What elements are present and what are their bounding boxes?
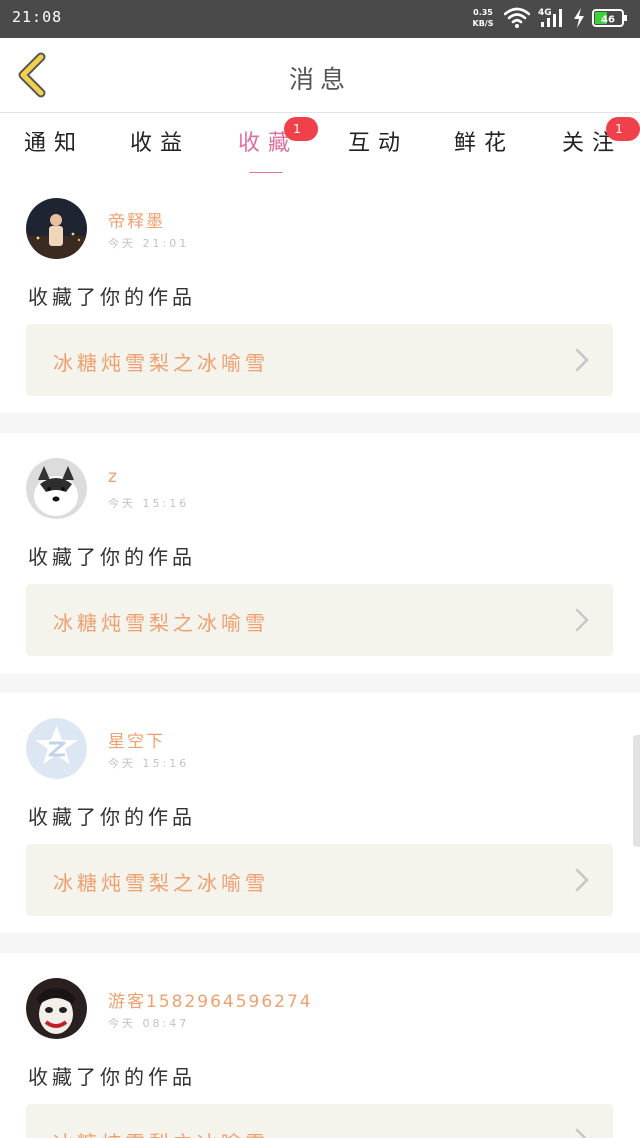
chevron-right-icon	[575, 608, 589, 632]
divider	[0, 933, 640, 953]
wifi-icon	[504, 7, 530, 28]
message-item: 帝释墨 今天 21:01 收藏了你的作品 冰糖炖雪梨之冰喻雪	[0, 173, 640, 413]
username[interactable]: 帝释墨	[108, 207, 165, 232]
username[interactable]: 星空下	[108, 727, 165, 752]
tab-badge: 1	[606, 117, 640, 141]
timestamp: 今天 15:16	[108, 757, 190, 770]
status-time: 21:08	[12, 8, 63, 26]
work-link[interactable]: 冰糖炖雪梨之冰喻雪	[26, 1104, 613, 1138]
work-link[interactable]: 冰糖炖雪梨之冰喻雪	[26, 844, 613, 916]
signal-icon: 4G	[538, 8, 562, 27]
action-text: 收藏了你的作品	[28, 285, 196, 309]
tab-label: 通知	[23, 131, 84, 156]
message-item: 游客1582964596274 今天 08:47 收藏了你的作品 冰糖炖雪梨之冰…	[0, 953, 640, 1138]
message-item: z 今天 15:16 收藏了你的作品 冰糖炖雪梨之冰喻雪	[0, 433, 640, 673]
work-link[interactable]: 冰糖炖雪梨之冰喻雪	[26, 324, 613, 396]
divider	[0, 413, 640, 433]
network-speed-value: 0.35	[473, 8, 493, 17]
work-title: 冰糖炖雪梨之冰喻雪	[53, 351, 269, 375]
battery-level: 46	[601, 15, 615, 26]
action-text: 收藏了你的作品	[28, 805, 196, 829]
avatar[interactable]	[26, 978, 87, 1039]
tab-label: 收益	[129, 131, 190, 156]
work-link[interactable]: 冰糖炖雪梨之冰喻雪	[26, 584, 613, 656]
charge-icon	[574, 8, 584, 28]
chevron-right-icon	[575, 868, 589, 892]
chevron-right-icon	[575, 348, 589, 372]
scrollbar[interactable]	[633, 735, 640, 847]
message-item: 星空下 今天 15:16 收藏了你的作品 冰糖炖雪梨之冰喻雪	[0, 693, 640, 933]
tab-flowers[interactable]: 鲜花	[446, 125, 522, 157]
network-speed: 0.35 KB/S	[468, 7, 498, 29]
avatar[interactable]	[26, 198, 87, 259]
username[interactable]: z	[108, 467, 119, 487]
status-bar: 21:08 0.35 KB/S 4G 46	[0, 0, 640, 38]
work-title: 冰糖炖雪梨之冰喻雪	[53, 871, 269, 895]
tab-favorites[interactable]: 收藏 1	[230, 117, 318, 175]
tab-badge: 1	[284, 117, 318, 141]
tab-bar: 通知 收益 收藏 1 互动 鲜花 关注 1	[0, 113, 640, 175]
tab-label: 互动	[347, 131, 408, 156]
work-title: 冰糖炖雪梨之冰喻雪	[53, 1127, 269, 1138]
tab-label: 鲜花	[453, 131, 514, 156]
battery-icon: 46	[592, 9, 627, 27]
username[interactable]: 游客1582964596274	[108, 987, 313, 1012]
signal-label: 4G	[538, 8, 552, 18]
action-text: 收藏了你的作品	[28, 1065, 196, 1089]
chevron-right-icon	[575, 1128, 587, 1138]
tab-earnings[interactable]: 收益	[122, 125, 198, 157]
page-title: 消息	[288, 65, 351, 94]
tab-notifications[interactable]: 通知	[16, 125, 92, 157]
title-bar: 消息	[0, 38, 640, 113]
avatar[interactable]	[26, 458, 87, 519]
timestamp: 今天 21:01	[108, 237, 190, 250]
tab-interactions[interactable]: 互动	[340, 125, 416, 157]
divider	[0, 673, 640, 693]
action-text: 收藏了你的作品	[28, 545, 196, 569]
network-speed-unit: KB/S	[472, 19, 494, 28]
timestamp: 今天 08:47	[108, 1017, 190, 1030]
timestamp: 今天 15:16	[108, 497, 190, 510]
tab-following[interactable]: 关注 1	[554, 117, 640, 157]
work-title: 冰糖炖雪梨之冰喻雪	[53, 611, 269, 635]
avatar[interactable]	[26, 718, 87, 779]
